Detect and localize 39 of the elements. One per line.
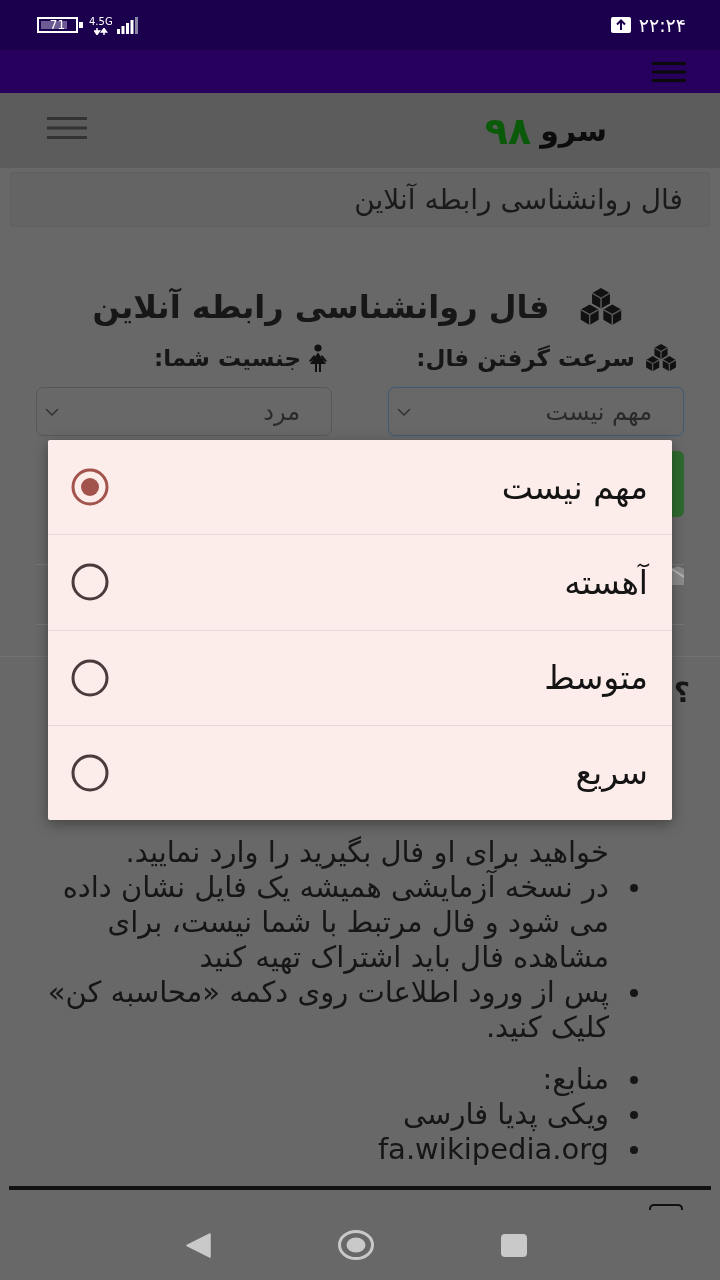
list-item-text: پس از ورود اطلاعات روی دکمه «محاسبه کن» کلیک کنید.	[46, 975, 609, 1045]
bullet-icon	[630, 1111, 638, 1119]
chevron-icon	[397, 407, 411, 416]
list-item-text: ویکی پدیا فارسی	[401, 1097, 609, 1132]
option-item[interactable]: آهسته	[48, 534, 672, 630]
field-label: جنسیت شما:	[154, 344, 301, 373]
page-title: فال روانشناسی رابطه آنلاین	[92, 287, 550, 328]
radio-button[interactable]	[71, 563, 109, 602]
chevron-icon	[45, 407, 59, 416]
breadcrumb-text: فال روانشناسی رابطه آنلاین	[354, 182, 683, 217]
list-item-text: fa.wikipedia.org	[376, 1132, 609, 1167]
network-type: 4.5G	[89, 15, 113, 27]
home-icon[interactable]	[337, 1230, 374, 1260]
data-arrows-icon	[93, 27, 108, 35]
recent-apps-icon[interactable]	[500, 1233, 527, 1257]
button-edge	[672, 451, 684, 517]
radio-button[interactable]	[71, 753, 109, 792]
signal-icon	[116, 17, 139, 34]
field-label: سرعت گرفتن فال:	[416, 344, 635, 373]
clock-time: ۲۲:۲۴	[638, 14, 686, 36]
bullet-icon	[630, 884, 638, 892]
upload-icon	[610, 17, 631, 33]
option-item[interactable]: مهم نیست	[48, 440, 672, 535]
option-item[interactable]: متوسط	[48, 629, 672, 725]
battery-indicator: 71	[37, 17, 83, 33]
radio-button[interactable]	[71, 658, 109, 697]
back-icon[interactable]	[185, 1232, 211, 1258]
list-item-text: منابع:	[541, 1062, 609, 1097]
note-text: خواهید برای او فال بگیرید را وارد نمایید.	[124, 835, 610, 869]
partial-icon	[672, 565, 684, 587]
female-person-icon	[307, 344, 329, 372]
bullet-icon	[630, 1076, 638, 1084]
bullet-icon	[630, 989, 638, 997]
option-item[interactable]: سریع	[48, 724, 672, 820]
radio-button[interactable]	[71, 468, 109, 507]
bullet-icon	[630, 1146, 638, 1154]
list-item-text: در نسخه آزمایشی همیشه یک فایل نشان داده می شود و فال مرتبط با شما نیست، برای مشاهده فال باید اشتراک تهیه کنید	[61, 870, 609, 975]
section-heading: ؟	[673, 677, 690, 709]
menu-icon[interactable]	[47, 116, 87, 139]
